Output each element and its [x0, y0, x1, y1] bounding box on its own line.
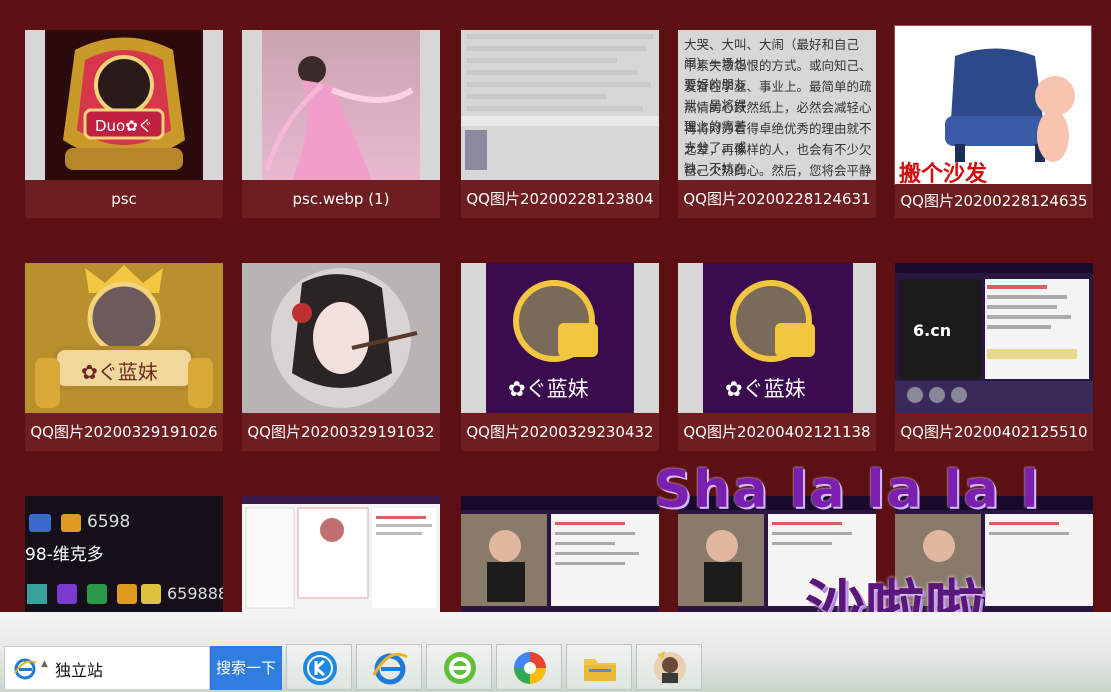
- k-app-icon: [303, 651, 337, 685]
- level-text: 6598: [87, 512, 131, 532]
- sofa-caption: 搬个沙发: [899, 162, 988, 184]
- thumbnail: 大哭、大叫、大闹（最好和自己闹）一场也 平素失意怨恨的方式。或向知己、要好的朋友…: [678, 30, 876, 180]
- file-tile[interactable]: [461, 496, 659, 612]
- search-button[interactable]: 搜索一下: [210, 646, 282, 690]
- file-tile[interactable]: 搬个沙发 QQ图片20200228124635: [894, 25, 1093, 218]
- browser-e-icon: [14, 658, 37, 680]
- thumbnail: [461, 496, 659, 612]
- photo-viewer-icon: [654, 651, 686, 684]
- badge-text: Duo✿ぐ: [95, 117, 153, 135]
- stream-screenshot-image: [461, 496, 659, 606]
- dropdown-caret-icon[interactable]: ▲: [41, 659, 48, 669]
- file-tile[interactable]: 6598 98-维克多 659888: [25, 496, 223, 612]
- thumbnail: [242, 263, 440, 413]
- file-name: QQ图片20200329230432: [461, 413, 659, 451]
- thumbnail: Duo✿ぐ: [25, 30, 223, 180]
- colorful-pinwheel-icon: [514, 652, 546, 684]
- overlay-title-text: Sha la la la l: [654, 460, 1041, 520]
- taskbar-app-photos[interactable]: [636, 644, 702, 690]
- thumbnail: ✿ぐ蓝妹: [461, 263, 659, 413]
- badge-text: ✿ぐ蓝妹: [508, 377, 589, 401]
- file-name: QQ图片20200329191026: [25, 413, 223, 451]
- badge-text: ✿ぐ蓝妹: [81, 360, 158, 384]
- file-tile[interactable]: QQ图片20200228123804: [461, 30, 659, 218]
- thumbnail: 6.cn: [895, 263, 1093, 413]
- thumbnail: ✿ぐ蓝妹: [678, 263, 876, 413]
- portrait-painting-image: [271, 268, 418, 408]
- thumbnail: [242, 496, 440, 612]
- file-name: QQ图片20200228124631: [678, 180, 876, 218]
- file-name: psc: [25, 180, 223, 218]
- file-tile[interactable]: ✿ぐ蓝妹 QQ图片20200329230432: [461, 263, 659, 451]
- thumbnail: [242, 30, 440, 180]
- doc-thumb-image: [465, 130, 487, 170]
- throne-avatar-image: [45, 30, 203, 180]
- thumbnail: [461, 30, 659, 180]
- username-text: 98-维克多: [25, 545, 104, 565]
- thumbnail: 搬个沙发: [894, 25, 1092, 185]
- file-tile[interactable]: Duo✿ぐ psc: [25, 30, 223, 218]
- file-name: QQ图片20200402121138: [678, 413, 876, 451]
- overlay-subtitle-text: 沙啦啦: [805, 574, 985, 612]
- file-name: QQ图片20200228123804: [461, 180, 659, 218]
- search-input[interactable]: [53, 655, 207, 683]
- file-name: QQ图片20200228124635: [895, 184, 1093, 218]
- badge-text: ✿ぐ蓝妹: [725, 377, 806, 401]
- doc-text: 自己火热的心。然后，您将会平静下来，想到: [684, 163, 872, 178]
- thumbnail: ✿ぐ蓝妹: [25, 263, 223, 413]
- file-tile[interactable]: ✿ぐ蓝妹 QQ图片20200402121138: [678, 263, 876, 451]
- taskbar-app-ie[interactable]: [356, 644, 422, 690]
- file-tile[interactable]: ✿ぐ蓝妹 QQ图片20200329191026: [25, 263, 223, 451]
- throne-avatar-image: [25, 263, 223, 413]
- file-tile[interactable]: psc.webp (1): [242, 30, 440, 218]
- thumbnail: 6598 98-维克多 659888: [25, 496, 223, 612]
- taskbar-app-browser[interactable]: [426, 644, 492, 690]
- search-box[interactable]: ▲: [4, 646, 210, 690]
- taskbar-app-k[interactable]: [286, 644, 352, 690]
- taskbar-app-pinwheel[interactable]: [496, 644, 562, 690]
- level-text: 659888: [167, 584, 223, 603]
- fairy-painting-image: [264, 56, 414, 180]
- stream-screenshot-image: [242, 496, 440, 609]
- file-grid: Duo✿ぐ psc psc.webp (1) QQ图片2020022812380…: [0, 0, 1111, 612]
- file-name: psc.webp (1): [242, 180, 440, 218]
- taskbar-app-explorer[interactable]: [566, 644, 632, 690]
- file-tile[interactable]: 6.cn QQ图片20200402125510: [895, 263, 1093, 451]
- site-logo-text: 6.cn: [913, 321, 952, 340]
- green-e-browser-icon: [444, 652, 476, 684]
- file-tile[interactable]: 大哭、大叫、大闹（最好和自己闹）一场也 平素失意怨恨的方式。或向知己、要好的朋友…: [678, 30, 876, 218]
- internet-explorer-icon: [372, 652, 408, 685]
- file-tile[interactable]: [242, 496, 440, 612]
- file-name: QQ图片20200402125510: [895, 413, 1093, 451]
- folder-icon: [584, 659, 616, 681]
- taskbar: ▲ 搜索一下: [0, 612, 1111, 692]
- file-tile[interactable]: QQ图片20200329191032: [242, 263, 440, 451]
- file-name: QQ图片20200329191032: [242, 413, 440, 451]
